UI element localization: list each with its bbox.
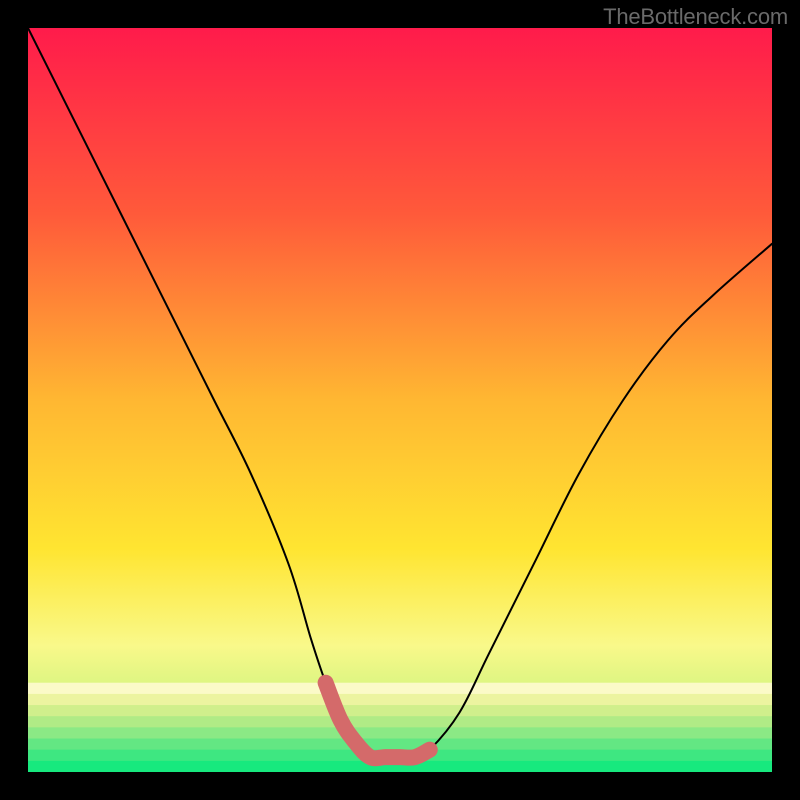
chart-frame: TheBottleneck.com bbox=[0, 0, 800, 800]
chart-svg bbox=[28, 28, 772, 772]
watermark-text: TheBottleneck.com bbox=[603, 4, 788, 30]
gradient-band bbox=[28, 716, 772, 728]
gradient-background bbox=[28, 28, 772, 772]
gradient-band bbox=[28, 694, 772, 706]
gradient-band bbox=[28, 683, 772, 695]
plot-area bbox=[28, 28, 772, 772]
gradient-band bbox=[28, 727, 772, 739]
gradient-band bbox=[28, 705, 772, 717]
gradient-band bbox=[28, 739, 772, 751]
